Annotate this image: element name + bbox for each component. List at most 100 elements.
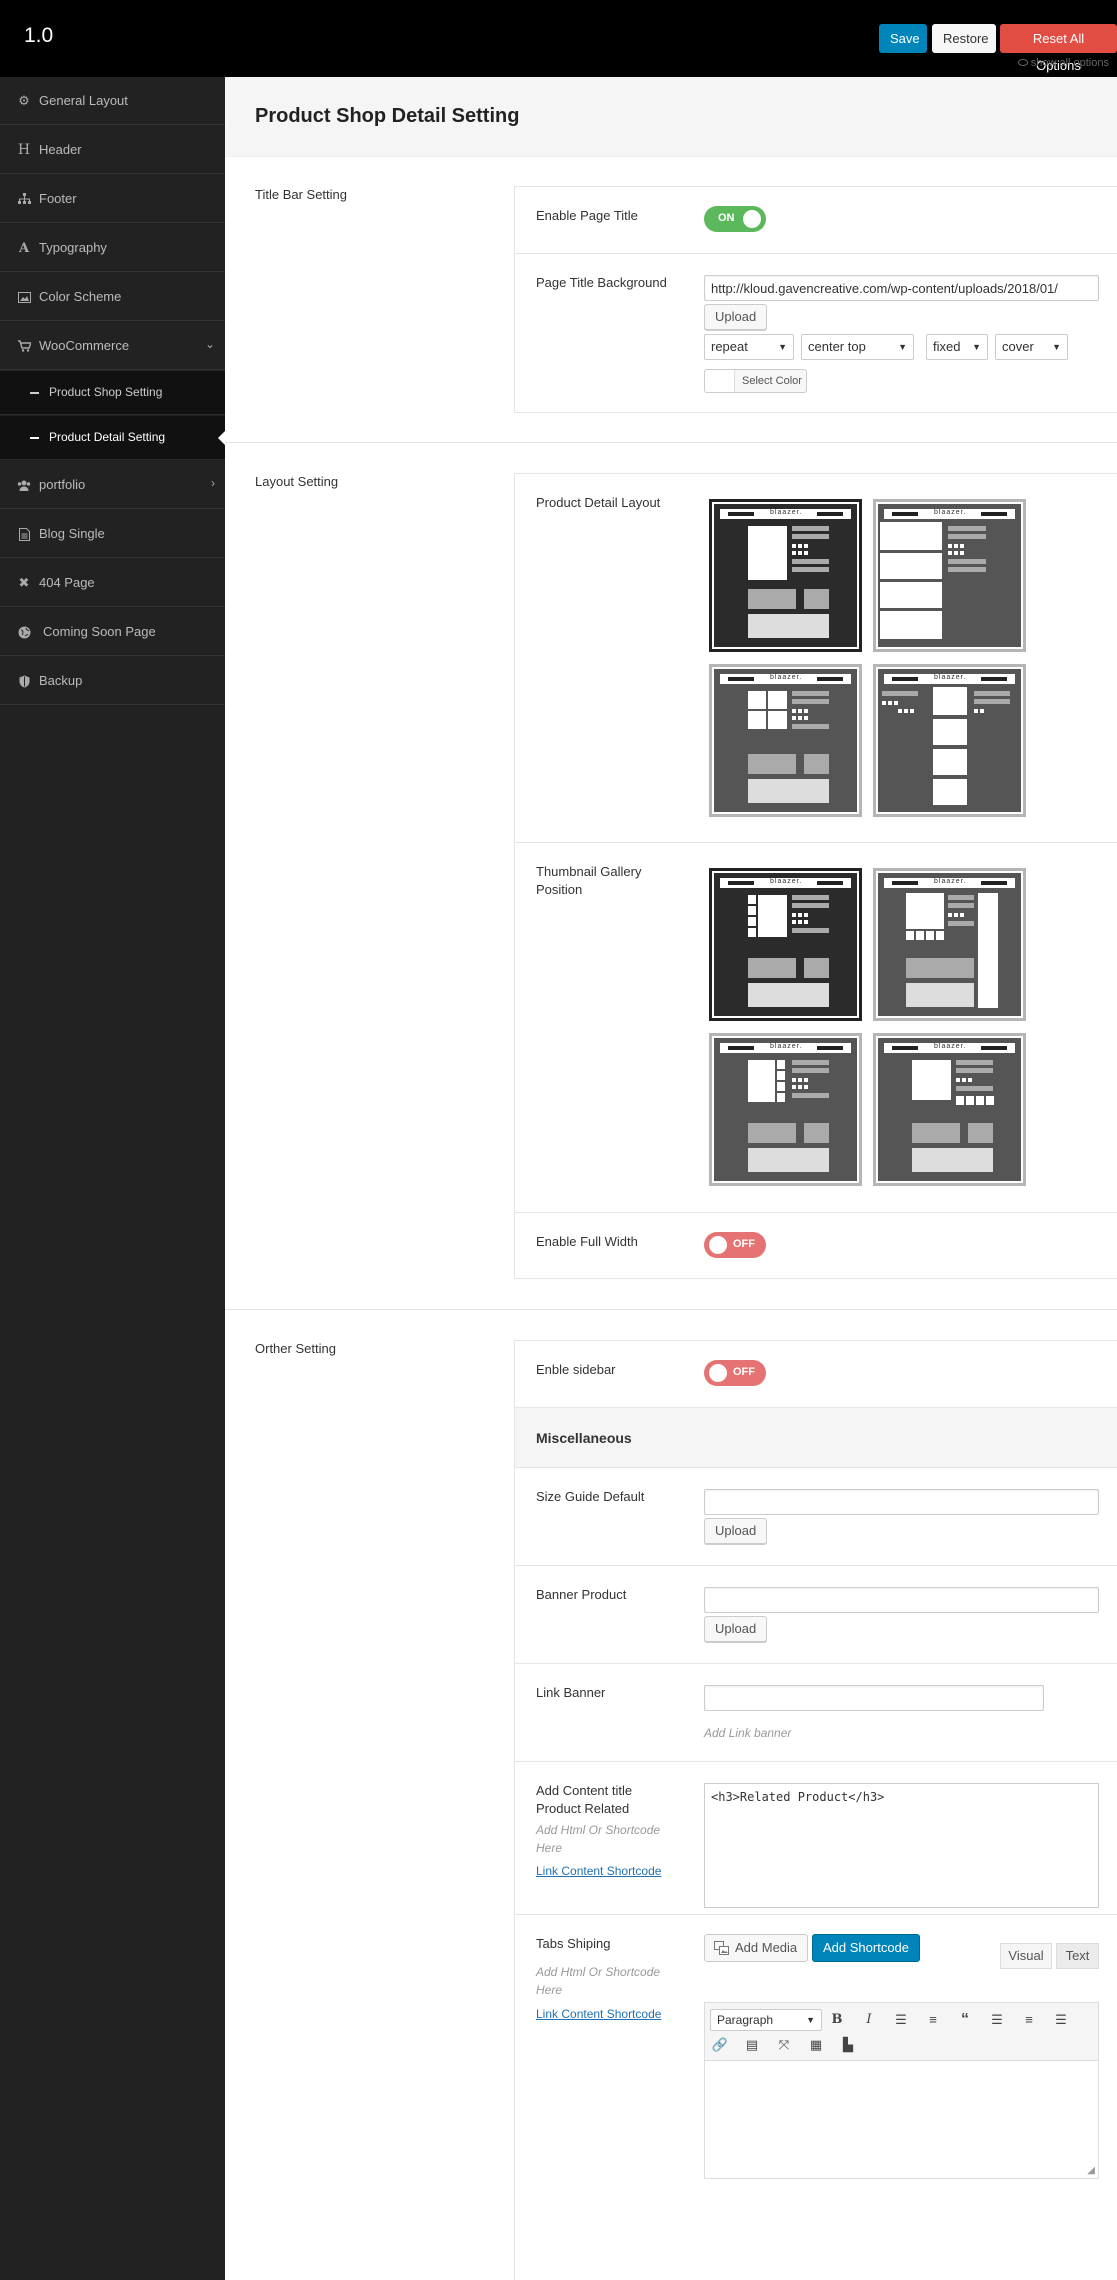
sitemap-icon (17, 192, 31, 206)
layout-option-4[interactable]: blaazer. (873, 664, 1026, 817)
toolbar-toggle-icon[interactable]: ▙ (838, 2035, 858, 2055)
background-url-input[interactable] (704, 275, 1099, 301)
sidebar-item-label: Typography (39, 240, 107, 255)
gallery-preview-header: blaazer. (884, 878, 1015, 888)
size-guide-upload-button[interactable]: Upload (704, 1518, 768, 1544)
banner-product-upload-button[interactable]: Upload (704, 1616, 768, 1642)
image-icon (17, 290, 31, 304)
gallery-option-4[interactable]: blaazer. (873, 1033, 1026, 1186)
background-attachment-select[interactable]: fixed ▼ (926, 334, 988, 360)
banner-product-input[interactable] (704, 1587, 1099, 1613)
users-icon (17, 478, 31, 492)
gallery-option-1[interactable]: blaazer. (709, 868, 862, 1021)
layout-option-1[interactable]: blaazer. (709, 499, 862, 652)
sidebar-item-404-page[interactable]: ✖ 404 Page (0, 559, 225, 607)
media-icon (714, 1941, 729, 1955)
sidebar-item-label: Blog Single (39, 526, 105, 541)
save-button[interactable]: Save (879, 24, 927, 53)
editor-toolbar: Paragraph ▼ B I ☰ ≡ “ ☰ ≡ ☰ 🔗 ▤ ⤧ ▦ ▙ (705, 2003, 1098, 2061)
enable-page-title-toggle[interactable]: ON (704, 206, 766, 232)
content-title-textarea[interactable]: <h3>Related Product</h3> (704, 1783, 1099, 1908)
fullscreen-icon[interactable]: ⤧ (774, 2035, 794, 2055)
layout-settings-box: Product Detail Layout blaazer. blaazer. (514, 473, 1117, 1279)
add-media-button[interactable]: Add Media (704, 1934, 809, 1962)
toggle-knob (743, 210, 761, 228)
show-all-options-link[interactable]: show all options (1017, 57, 1109, 69)
tabs-shipping-label: Tabs Shiping (536, 1936, 611, 1951)
background-upload-button[interactable]: Upload (704, 304, 768, 330)
content-title-shortcode-link[interactable]: Link Content Shortcode (536, 1864, 661, 1878)
sidebar-item-portfolio[interactable]: portfolio › (0, 461, 225, 509)
link-banner-hint: Add Link banner (704, 1726, 792, 1740)
banner-product-row: Banner Product Upload (515, 1566, 1117, 1664)
banner-product-label: Banner Product (536, 1587, 627, 1602)
toggle-state-label: ON (718, 212, 735, 224)
layout-preview-logo: blaazer. (934, 509, 967, 516)
sidebar-subitem-product-detail-setting[interactable]: Product Detail Setting (0, 416, 225, 460)
background-size-select[interactable]: cover ▼ (995, 334, 1068, 360)
shield-icon (17, 674, 31, 688)
layout-preview-logo: blaazer. (770, 509, 803, 516)
gallery-option-3[interactable]: blaazer. (709, 1033, 862, 1186)
reset-all-button[interactable]: Reset All Options (1000, 24, 1117, 73)
tab-visual[interactable]: Visual (1000, 1943, 1052, 1969)
layout-preview-logo: blaazer. (934, 674, 967, 681)
tab-text[interactable]: Text (1056, 1943, 1099, 1969)
sidebar-item-coming-soon-page[interactable]: Coming Soon Page (0, 608, 225, 656)
enable-sidebar-toggle[interactable]: OFF (704, 1360, 766, 1386)
bold-icon[interactable]: B (827, 2010, 847, 2030)
select-color-button[interactable]: Select Color (704, 369, 807, 393)
globe-icon (17, 625, 31, 639)
sidebar-item-woocommerce[interactable]: WooCommerce ⌄ (0, 322, 225, 370)
sidebar-item-general-layout[interactable]: ⚙ General Layout (0, 77, 225, 125)
align-center-icon[interactable]: ≡ (1019, 2010, 1039, 2030)
numbered-list-icon[interactable]: ≡ (923, 2010, 943, 2030)
sidebar-item-color-scheme[interactable]: Color Scheme (0, 273, 225, 321)
gallery-preview-logo: blaazer. (770, 878, 803, 885)
dropdown-caret-icon: ▼ (972, 342, 981, 352)
link-banner-input[interactable] (704, 1685, 1044, 1711)
full-width-toggle[interactable]: OFF (704, 1232, 766, 1258)
sidebar-item-blog-single[interactable]: Blog Single (0, 510, 225, 558)
size-guide-row: Size Guide Default Upload (515, 1468, 1117, 1566)
add-shortcode-button[interactable]: Add Shortcode (812, 1934, 921, 1962)
dropdown-caret-icon: ▼ (1052, 342, 1061, 352)
select-value: repeat (711, 339, 748, 354)
link-banner-row: Link Banner Add Link banner (515, 1664, 1117, 1762)
sidebar-item-label: portfolio (39, 477, 86, 492)
layout-preview-header: blaazer. (720, 509, 851, 519)
link-icon[interactable]: 🔗 (710, 2035, 730, 2055)
enable-page-title-row: Enable Page Title ON (515, 187, 1117, 254)
format-select[interactable]: Paragraph ▼ (710, 2009, 822, 2031)
sidebar-subitem-product-shop-setting[interactable]: Product Shop Setting (0, 371, 225, 415)
read-more-icon[interactable]: ▤ (742, 2035, 762, 2055)
product-detail-layout-row: Product Detail Layout blaazer. blaazer. (515, 474, 1117, 843)
sidebar-item-backup[interactable]: Backup (0, 657, 225, 705)
layout-preview: blaazer. (714, 669, 857, 812)
gallery-preview: blaazer. (714, 873, 857, 1016)
sidebar-item-header[interactable]: H Header (0, 126, 225, 174)
gallery-preview: blaazer. (878, 1038, 1021, 1181)
align-left-icon[interactable]: ☰ (987, 2010, 1007, 2030)
sidebar-item-typography[interactable]: A Typography (0, 224, 225, 272)
size-guide-input[interactable] (704, 1489, 1099, 1515)
align-right-icon[interactable]: ☰ (1051, 2010, 1071, 2030)
keyboard-icon[interactable]: ▦ (806, 2035, 826, 2055)
resize-handle-icon[interactable]: ◢ (1087, 2165, 1095, 2176)
sidebar-item-label: Coming Soon Page (43, 624, 156, 639)
restore-button[interactable]: Restore (932, 24, 996, 53)
background-repeat-select[interactable]: repeat ▼ (704, 334, 794, 360)
bullet-list-icon[interactable]: ☰ (891, 2010, 911, 2030)
select-value: cover (1002, 339, 1034, 354)
sidebar-item-footer[interactable]: Footer (0, 175, 225, 223)
layout-option-2[interactable]: blaazer. (873, 499, 1026, 652)
other-settings-box: Enble sidebar OFF Miscellaneous Size Gui… (514, 1340, 1117, 2280)
blockquote-icon[interactable]: “ (955, 2010, 975, 2030)
italic-icon[interactable]: I (859, 2010, 879, 2030)
tabs-shipping-shortcode-link[interactable]: Link Content Shortcode (536, 2007, 661, 2021)
dropdown-caret-icon: ▼ (806, 2015, 815, 2025)
page-title-background-label: Page Title Background (536, 275, 667, 290)
gallery-option-2[interactable]: blaazer. (873, 868, 1026, 1021)
background-position-select[interactable]: center top ▼ (801, 334, 914, 360)
layout-option-3[interactable]: blaazer. (709, 664, 862, 817)
